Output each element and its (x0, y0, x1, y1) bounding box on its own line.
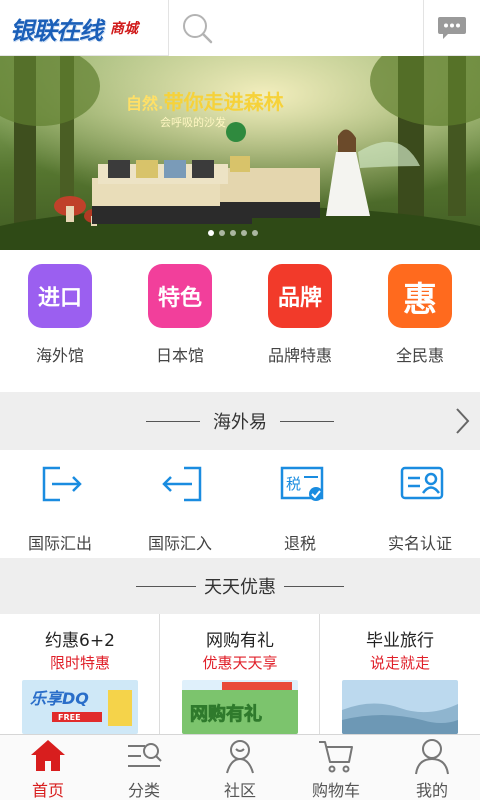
category-label: 全民惠 (395, 346, 444, 365)
search-icon[interactable] (181, 12, 213, 44)
service-id-verify[interactable]: 实名认证 (360, 450, 480, 558)
banner-lead-text: 自然. (126, 94, 164, 113)
deal-card[interactable]: 约惠6+2 限时特惠 乐享DQ FREE (0, 614, 160, 734)
promo-banner[interactable]: 自然.带你走进森林 会呼吸的沙发 (0, 56, 480, 250)
category-japan-pavilion[interactable]: 特色 日本馆 (120, 250, 240, 390)
profile-icon (415, 739, 449, 775)
brand-badge-icon: 品牌 (268, 264, 332, 328)
service-remit-out[interactable]: 国际汇出 (0, 450, 120, 558)
category-label: 海外馆 (35, 346, 84, 365)
search-bar[interactable] (168, 0, 424, 56)
top-header: 银联在线 商城 (0, 0, 480, 56)
chat-bubble-icon (438, 17, 466, 39)
nav-cart[interactable]: 购物车 (288, 735, 384, 800)
category-label: 品牌特惠 (267, 346, 332, 365)
nav-community[interactable]: 社区 (192, 735, 288, 800)
category-label: 日本馆 (155, 346, 204, 365)
deal-subtitle: 限时特惠 (49, 654, 110, 672)
cart-icon (319, 741, 353, 773)
category-brand-deals[interactable]: 品牌 品牌特惠 (240, 250, 360, 390)
remit-in-icon (162, 466, 202, 502)
logo-sub-text: 商城 (110, 21, 138, 37)
svg-text:网购有礼: 网购有礼 (190, 703, 262, 725)
section-header-overseas[interactable]: 海外易 (0, 392, 480, 450)
divider-line (284, 586, 344, 587)
svg-text:FREE: FREE (58, 713, 81, 722)
nav-label: 首页 (31, 781, 64, 800)
nav-profile[interactable]: 我的 (384, 735, 480, 800)
message-button[interactable] (424, 0, 480, 56)
nav-home[interactable]: 首页 (0, 735, 96, 800)
banner-subtitle: 会呼吸的沙发 (160, 116, 226, 129)
service-tax-refund[interactable]: 税 退税 (240, 450, 360, 558)
overseas-services: 国际汇出 国际汇入 税 退税 实名认证 (0, 450, 480, 558)
category-icon (128, 743, 162, 767)
carousel-dot[interactable] (252, 230, 258, 236)
deal-card[interactable]: 网购有礼 优惠天天享 网购有礼 (160, 614, 320, 734)
deal-card[interactable]: 毕业旅行 说走就走 (320, 614, 480, 734)
service-label: 退税 (283, 534, 316, 553)
unionpay-online-logo[interactable]: 银联在线 商城 (10, 8, 168, 48)
svg-text:乐享DQ: 乐享DQ (30, 689, 89, 708)
section-title: 天天优惠 (204, 577, 276, 598)
nav-label: 我的 (415, 781, 448, 800)
community-icon (226, 740, 254, 774)
deal-image: 网购有礼 (182, 680, 298, 734)
carousel-dot[interactable] (208, 230, 214, 236)
special-badge-icon: 特色 (148, 264, 212, 328)
deal-title: 约惠6+2 (45, 631, 115, 651)
nav-label: 购物车 (311, 781, 360, 800)
logo-main-text: 银联在线 (10, 15, 103, 45)
chevron-right-icon[interactable] (452, 406, 472, 436)
deal-subtitle: 说走就走 (369, 654, 430, 672)
divider-line (280, 421, 334, 422)
section-header-daily-deals: 天天优惠 (0, 558, 480, 614)
nav-category[interactable]: 分类 (96, 735, 192, 800)
category-public-benefit[interactable]: 惠 全民惠 (360, 250, 480, 390)
banner-title-text: 带你走进森林 (163, 90, 284, 114)
deal-subtitle: 优惠天天享 (202, 654, 278, 672)
daily-deals: 约惠6+2 限时特惠 乐享DQ FREE 网购有礼 优惠天天享 网购有礼 毕业旅… (0, 614, 480, 734)
deal-image: 乐享DQ FREE (22, 680, 138, 734)
id-verify-icon (400, 466, 444, 500)
deal-title: 网购有礼 (206, 631, 274, 651)
carousel-dot[interactable] (219, 230, 225, 236)
svg-text:税: 税 (286, 475, 301, 493)
deal-title: 毕业旅行 (366, 631, 434, 651)
search-input[interactable] (221, 14, 411, 42)
remit-out-icon (42, 466, 82, 502)
carousel-dot[interactable] (230, 230, 236, 236)
service-label: 国际汇出 (27, 534, 92, 553)
category-overseas-pavilion[interactable]: 进口 海外馆 (0, 250, 120, 390)
carousel-dot[interactable] (241, 230, 247, 236)
import-badge-icon: 进口 (28, 264, 92, 328)
service-remit-in[interactable]: 国际汇入 (120, 450, 240, 558)
home-icon (31, 740, 65, 771)
carousel-indicators[interactable] (208, 230, 258, 236)
section-title: 海外易 (213, 412, 267, 433)
service-label: 实名认证 (387, 534, 452, 553)
discount-badge-icon: 惠 (388, 264, 452, 328)
bottom-navigation: 首页 分类 社区 购物车 我的 (0, 734, 480, 800)
tax-refund-icon: 税 (280, 466, 324, 501)
quick-categories: 进口 海外馆 特色 日本馆 品牌 品牌特惠 惠 全民惠 (0, 250, 480, 390)
nav-label: 分类 (127, 781, 160, 800)
banner-headline: 自然.带你走进森林 (126, 86, 284, 115)
nav-label: 社区 (223, 781, 256, 800)
service-label: 国际汇入 (147, 534, 212, 553)
deal-image (342, 680, 458, 734)
